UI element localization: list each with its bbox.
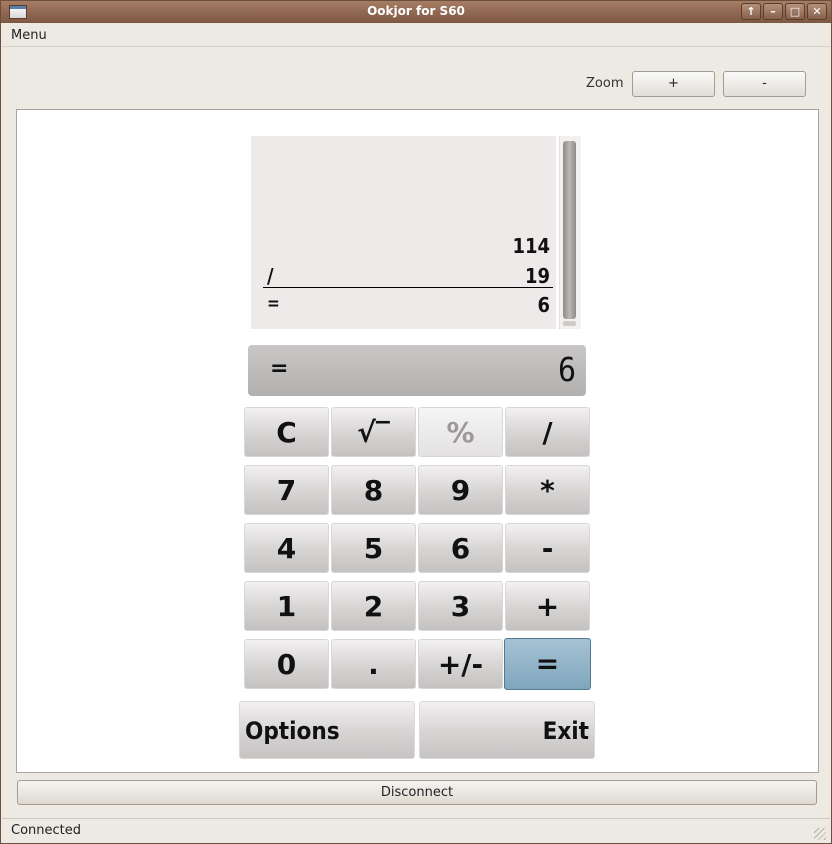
zoom-out-button[interactable]: - — [723, 71, 806, 97]
key-7[interactable]: 7 — [244, 465, 329, 515]
key-divide[interactable]: / — [505, 407, 590, 457]
maximize-button[interactable]: □ — [785, 3, 805, 20]
key-clear[interactable]: C — [244, 407, 329, 457]
key-sign-toggle[interactable]: +/- — [418, 639, 503, 689]
disconnect-button[interactable]: Disconnect — [17, 780, 817, 805]
minimize-button[interactable]: – — [763, 3, 783, 20]
title-bar: Ookjor for S60 ↑ – □ ✕ — [1, 1, 831, 23]
key-9[interactable]: 9 — [418, 465, 503, 515]
key-square-root[interactable]: √‾ — [331, 407, 416, 457]
calculation-history: 114 / 19 = 6 — [251, 136, 556, 329]
history-operand-2: 19 — [524, 264, 550, 288]
status-bar: Connected — [2, 818, 830, 843]
key-0[interactable]: 0 — [244, 639, 329, 689]
zoom-in-button[interactable]: + — [632, 71, 715, 97]
app-window: Ookjor for S60 ↑ – □ ✕ Menu Zoom + - 114… — [0, 0, 832, 844]
resize-grip-icon[interactable] — [814, 828, 826, 840]
display-value: 6 — [557, 351, 576, 390]
history-operand-1: 114 — [512, 234, 550, 258]
key-6[interactable]: 6 — [418, 523, 503, 573]
key-subtract[interactable]: - — [505, 523, 590, 573]
key-equals[interactable]: = — [504, 638, 591, 690]
key-4[interactable]: 4 — [244, 523, 329, 573]
status-text: Connected — [11, 823, 82, 838]
key-8[interactable]: 8 — [331, 465, 416, 515]
history-divider — [263, 287, 553, 288]
history-result: 6 — [537, 293, 550, 317]
key-add[interactable]: + — [505, 581, 590, 631]
window-title: Ookjor for S60 — [367, 4, 465, 18]
close-button[interactable]: ✕ — [807, 3, 827, 20]
calculator-display: = 6 — [248, 345, 586, 396]
key-multiply[interactable]: * — [505, 465, 590, 515]
key-percent[interactable]: % — [418, 407, 503, 457]
menu-item-menu[interactable]: Menu — [11, 28, 47, 43]
keep-above-button[interactable]: ↑ — [741, 3, 761, 20]
zoom-label: Zoom — [586, 76, 624, 91]
key-5[interactable]: 5 — [331, 523, 416, 573]
key-decimal[interactable]: . — [331, 639, 416, 689]
key-1[interactable]: 1 — [244, 581, 329, 631]
history-operator: / — [267, 264, 274, 288]
menu-bar: Menu — [2, 23, 830, 47]
key-2[interactable]: 2 — [331, 581, 416, 631]
scrollbar-end — [563, 321, 576, 326]
history-result-sign: = — [267, 294, 280, 314]
key-3[interactable]: 3 — [418, 581, 503, 631]
softkey-options[interactable]: Options — [239, 701, 415, 759]
scrollbar-thumb[interactable] — [563, 141, 576, 319]
display-operator: = — [270, 356, 289, 381]
softkey-exit[interactable]: Exit — [419, 701, 595, 759]
